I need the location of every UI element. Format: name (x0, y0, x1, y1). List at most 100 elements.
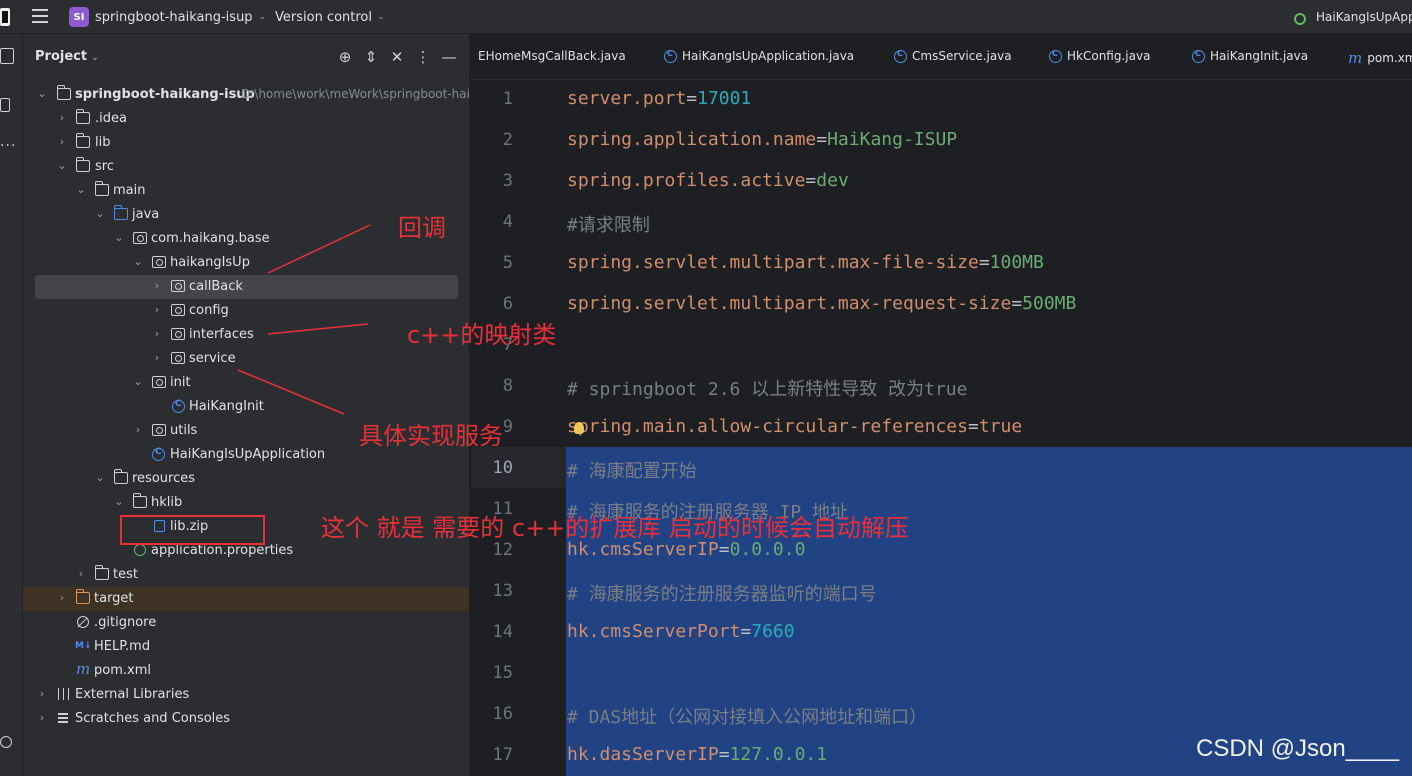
tree-item-package-haikangisup[interactable]: ⌄ haikangIsUp (23, 251, 469, 275)
chevron-right-icon[interactable]: › (151, 303, 163, 316)
tree-item-interfaces[interactable]: › interfaces (23, 323, 469, 347)
tree-item-init[interactable]: ⌄ init (23, 371, 469, 395)
tab-pom[interactable]: m pom.xml (1348, 49, 1412, 67)
tree-item-label: lib.zip (170, 519, 209, 534)
line-number: 13 (492, 581, 513, 601)
main-menu-icon[interactable] (32, 9, 48, 23)
chevron-right-icon[interactable]: › (56, 111, 68, 124)
scratches-icon (58, 712, 72, 724)
lightbulb-icon[interactable] (574, 422, 584, 434)
tree-item-pom[interactable]: m pom.xml (23, 659, 469, 683)
project-tool-icon[interactable] (0, 48, 14, 64)
locate-file-icon[interactable]: ⊕ (337, 48, 353, 66)
property-key: hk.cmsServerPort (567, 621, 741, 642)
property-key: spring.profiles.active (567, 170, 806, 191)
tree-item-label: .gitignore (94, 615, 157, 630)
property-value: 500MB (1022, 293, 1077, 314)
structure-tool-icon[interactable] (0, 98, 10, 112)
code-line[interactable]: spring.servlet.multipart.max-file-size=1… (567, 252, 1044, 273)
code-comment[interactable]: #请求限制 (567, 211, 650, 237)
line-number: 8 (502, 376, 513, 396)
equals-sign: = (740, 621, 752, 642)
ide-logo-icon[interactable] (0, 8, 10, 26)
code-line[interactable]: hk.cmsServerPort=7660 (567, 621, 795, 642)
code-line[interactable]: spring.profiles.active=dev (567, 170, 849, 191)
chevron-down-icon[interactable]: ⌄ (94, 207, 106, 220)
services-tool-icon[interactable] (0, 736, 12, 748)
tree-item-label: springboot-haikang-isup (75, 87, 255, 102)
options-menu-icon[interactable]: ⋮ (415, 48, 431, 66)
tree-item-resources[interactable]: ⌄ resources (23, 467, 469, 491)
chevron-down-icon[interactable]: ⌄ (94, 471, 106, 484)
chevron-right-icon[interactable]: › (56, 591, 68, 604)
chevron-down-icon: ⌄ (258, 12, 267, 22)
chevron-down-icon[interactable]: ⌄ (113, 495, 125, 508)
tree-item-test[interactable]: › test (23, 563, 469, 587)
line-number: 14 (492, 622, 513, 642)
tree-item-config[interactable]: › config (23, 299, 469, 323)
code-line[interactable]: hk.dasServerIP=127.0.0.1 (567, 744, 827, 765)
hide-panel-icon[interactable]: — (441, 48, 457, 66)
chevron-right-icon[interactable]: › (36, 687, 48, 700)
module-folder-icon (57, 85, 71, 100)
code-line[interactable]: server.port=17001 (567, 88, 751, 109)
chevron-right-icon[interactable]: › (75, 567, 87, 580)
more-tools-icon[interactable]: ··· (0, 138, 16, 154)
tree-item-gitignore[interactable]: .gitignore (23, 611, 469, 635)
tab-haikangisupapplication[interactable]: HaiKangIsUpApplication.java (664, 49, 854, 63)
tree-item-scratches[interactable]: › Scratches and Consoles (23, 707, 469, 731)
chevron-down-icon[interactable]: ⌄ (132, 375, 144, 388)
equals-sign: = (1011, 293, 1023, 314)
chevron-right-icon[interactable]: › (56, 135, 68, 148)
code-comment[interactable]: # DAS地址（公网对接填入公网地址和端口） (567, 703, 927, 729)
line-number: 15 (492, 663, 513, 683)
chevron-down-icon: ⌄ (91, 53, 99, 63)
project-panel-title: Project (35, 49, 88, 64)
tree-item-label: service (189, 351, 236, 366)
tree-item-project-root[interactable]: ⌄ springboot-haikang-isup D:\home\work\m… (23, 83, 469, 107)
tree-item-help-md[interactable]: M↓ HELP.md (23, 635, 469, 659)
chevron-down-icon[interactable]: ⌄ (132, 255, 144, 268)
code-line[interactable]: spring.application.name=HaiKang-ISUP (567, 129, 957, 150)
tree-item-label: callBack (189, 279, 243, 294)
collapse-all-icon[interactable]: ✕ (389, 48, 405, 66)
code-comment[interactable]: # 海康服务的注册服务器监听的端口号 (567, 580, 877, 606)
title-bar: SI springboot-haikang-isup ⌄ Version con… (0, 0, 1412, 34)
code-comment[interactable]: # springboot 2.6 以上新特性导致 改为true (567, 375, 967, 401)
tab-cmsservice[interactable]: CmsService.java (894, 49, 1012, 63)
code-line[interactable]: spring.servlet.multipart.max-request-siz… (567, 293, 1076, 314)
tree-item-idea[interactable]: › .idea (23, 107, 469, 131)
tree-item-main[interactable]: ⌄ main (23, 179, 469, 203)
version-control-menu[interactable]: Version control ⌄ (275, 6, 385, 28)
package-icon (152, 424, 166, 436)
tree-item-target[interactable]: › target (23, 587, 469, 611)
tree-item-callback[interactable]: › callBack (35, 275, 458, 299)
chevron-right-icon[interactable]: › (151, 327, 163, 340)
code-comment[interactable]: # 海康配置开始 (567, 457, 697, 483)
tree-item-src[interactable]: ⌄ src (23, 155, 469, 179)
tab-label: HkConfig.java (1067, 49, 1151, 63)
project-view-selector[interactable]: Project ⌄ (35, 49, 99, 64)
folder-icon (76, 133, 90, 148)
tab-hkconfig[interactable]: HkConfig.java (1049, 49, 1150, 63)
tree-item-lib[interactable]: › lib (23, 131, 469, 155)
run-configuration-selector[interactable]: HaiKangIsUpApp (1294, 6, 1412, 28)
chevron-down-icon[interactable]: ⌄ (56, 159, 68, 172)
folder-icon (95, 181, 109, 196)
equals-sign: = (967, 416, 979, 437)
code-line[interactable]: spring.main.allow-circular-references=tr… (567, 416, 1022, 437)
tree-item-external-libraries[interactable]: › External Libraries (23, 683, 469, 707)
chevron-right-icon[interactable]: › (151, 351, 163, 364)
class-icon (1192, 49, 1205, 63)
chevron-down-icon[interactable]: ⌄ (113, 231, 125, 244)
project-switcher[interactable]: SI springboot-haikang-isup ⌄ (69, 6, 266, 28)
expand-all-icon[interactable]: ⇕ (363, 48, 379, 66)
chevron-right-icon[interactable]: › (151, 279, 163, 292)
chevron-down-icon[interactable]: ⌄ (36, 87, 48, 100)
chevron-down-icon[interactable]: ⌄ (75, 183, 87, 196)
tab-ehomemsgcallback[interactable]: EHomeMsgCallBack.java (478, 49, 626, 63)
chevron-right-icon[interactable]: › (132, 423, 144, 436)
chevron-right-icon[interactable]: › (36, 711, 48, 724)
tree-item-service[interactable]: › service (23, 347, 469, 371)
tab-haikanginit[interactable]: HaiKangInit.java (1192, 49, 1308, 63)
